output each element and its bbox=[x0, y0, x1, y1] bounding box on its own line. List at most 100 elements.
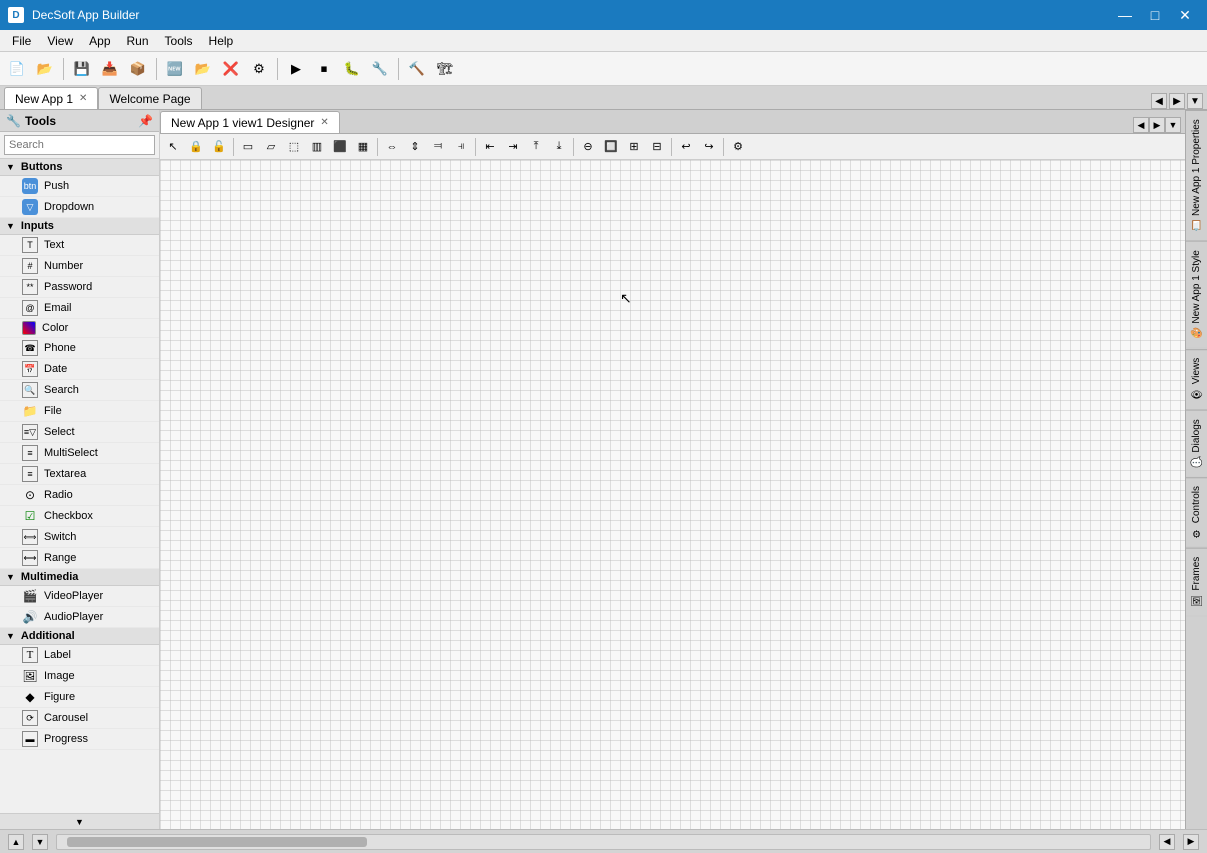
tool-textarea[interactable]: ≡ Textarea bbox=[0, 464, 159, 485]
menu-file[interactable]: File bbox=[4, 32, 39, 50]
right-panel-tab-dialogs[interactable]: 💬 Dialogs bbox=[1186, 410, 1207, 478]
lock-button[interactable]: 🔒 bbox=[185, 136, 207, 158]
category-inputs[interactable]: Inputs bbox=[0, 218, 159, 235]
tool-date[interactable]: 📅 Date bbox=[0, 359, 159, 380]
designer-tab-next[interactable]: ▶ bbox=[1149, 117, 1165, 133]
tool-carousel[interactable]: ⟳ Carousel bbox=[0, 708, 159, 729]
align-right-button[interactable]: ⇥ bbox=[502, 136, 524, 158]
category-multimedia[interactable]: Multimedia bbox=[0, 569, 159, 586]
center-h-button[interactable]: ⇔ bbox=[381, 136, 403, 158]
tool-switch[interactable]: ⟺ Switch bbox=[0, 527, 159, 548]
app-tab-0-close[interactable]: ✕ bbox=[79, 93, 87, 104]
combine-button[interactable]: ⊞ bbox=[623, 136, 645, 158]
close-app-button[interactable]: ❌ bbox=[218, 56, 244, 82]
tool-text[interactable]: T Text bbox=[0, 235, 159, 256]
open-file-button[interactable]: 📂 bbox=[32, 56, 58, 82]
subtract-button[interactable]: ⊖ bbox=[577, 136, 599, 158]
intersect-button[interactable]: 🔲 bbox=[600, 136, 622, 158]
tool-progress[interactable]: ▬ Progress bbox=[0, 729, 159, 750]
new-file-button[interactable]: 📄 bbox=[4, 56, 30, 82]
app-properties-button[interactable]: ⚙ bbox=[246, 56, 272, 82]
run-debug-button[interactable]: 🐛 bbox=[339, 56, 365, 82]
settings-button[interactable]: ⚙ bbox=[727, 136, 749, 158]
center-v-button[interactable]: ⇕ bbox=[404, 136, 426, 158]
category-buttons[interactable]: Buttons bbox=[0, 159, 159, 176]
align-top-button[interactable]: ⤒ bbox=[525, 136, 547, 158]
menu-view[interactable]: View bbox=[39, 32, 81, 50]
tool-audioplayer[interactable]: 🔊 AudioPlayer bbox=[0, 607, 159, 628]
tools-pin-button[interactable]: 📌 bbox=[138, 114, 153, 128]
unlock-button[interactable]: 🔓 bbox=[208, 136, 230, 158]
run-button[interactable]: ▶ bbox=[283, 56, 309, 82]
tool-videoplayer[interactable]: 🎬 VideoPlayer bbox=[0, 586, 159, 607]
scroll-left-button[interactable]: ◀ bbox=[1159, 834, 1175, 850]
debug-button[interactable]: 🔧 bbox=[367, 56, 393, 82]
tools-search-input[interactable] bbox=[4, 135, 155, 155]
tabs-list-button[interactable]: ▼ bbox=[1187, 93, 1203, 109]
tool-radio[interactable]: ⊙ Radio bbox=[0, 485, 159, 506]
undo-button[interactable]: ↩ bbox=[675, 136, 697, 158]
tool-file[interactable]: 📁 File bbox=[0, 401, 159, 422]
tool-select[interactable]: ≡▽ Select bbox=[0, 422, 159, 443]
align-left-button[interactable]: ⇤ bbox=[479, 136, 501, 158]
maximize-button[interactable]: □ bbox=[1141, 4, 1169, 26]
save-all-button[interactable]: 📦 bbox=[125, 56, 151, 82]
difference-button[interactable]: ⊟ bbox=[646, 136, 668, 158]
right-panel-tab-frames[interactable]: 🖼 Frames bbox=[1186, 548, 1207, 617]
canvas[interactable]: ↖ bbox=[160, 160, 1185, 829]
redo-button[interactable]: ↪ bbox=[698, 136, 720, 158]
designer-tab-list[interactable]: ▼ bbox=[1165, 117, 1181, 133]
designer-tab-0[interactable]: New App 1 view1 Designer ✕ bbox=[160, 111, 340, 133]
tool-password[interactable]: ** Password bbox=[0, 277, 159, 298]
frame6-button[interactable]: ▦ bbox=[352, 136, 374, 158]
tool-search[interactable]: 🔍 Search bbox=[0, 380, 159, 401]
dist-h-button[interactable]: ⫤ bbox=[427, 136, 449, 158]
right-panel-tab-style[interactable]: 🎨 New App 1 Style bbox=[1186, 241, 1207, 349]
tool-push[interactable]: btn Push bbox=[0, 176, 159, 197]
scroll-down-button[interactable]: ▼ bbox=[32, 834, 48, 850]
frame5-button[interactable]: ⬛ bbox=[329, 136, 351, 158]
designer-tab-prev[interactable]: ◀ bbox=[1133, 117, 1149, 133]
tool-phone[interactable]: ☎ Phone bbox=[0, 338, 159, 359]
close-button[interactable]: ✕ bbox=[1171, 4, 1199, 26]
tool-range[interactable]: ⟷ Range bbox=[0, 548, 159, 569]
tools-scroll-bottom[interactable]: ▼ bbox=[0, 813, 159, 829]
stop-button[interactable]: ⏹ bbox=[311, 56, 337, 82]
tabs-next-button[interactable]: ▶ bbox=[1169, 93, 1185, 109]
designer-tab-0-close[interactable]: ✕ bbox=[320, 117, 328, 128]
build-button[interactable]: 🔨 bbox=[404, 56, 430, 82]
scroll-up-button[interactable]: ▲ bbox=[8, 834, 24, 850]
frame4-button[interactable]: ▥ bbox=[306, 136, 328, 158]
build-all-button[interactable]: 🏗 bbox=[432, 56, 458, 82]
frame2-button[interactable]: ▱ bbox=[260, 136, 282, 158]
open-app-button[interactable]: 📂 bbox=[190, 56, 216, 82]
frame-button[interactable]: ▭ bbox=[237, 136, 259, 158]
menu-help[interactable]: Help bbox=[201, 32, 242, 50]
save-as-button[interactable]: 📥 bbox=[97, 56, 123, 82]
horizontal-scrollbar[interactable] bbox=[56, 834, 1151, 850]
scroll-right-button[interactable]: ▶ bbox=[1183, 834, 1199, 850]
tool-number[interactable]: # Number bbox=[0, 256, 159, 277]
canvas-area[interactable]: ↖ bbox=[160, 160, 1185, 829]
right-panel-tab-views[interactable]: 👁 Views bbox=[1186, 349, 1207, 410]
tool-color[interactable]: Color bbox=[0, 319, 159, 338]
right-panel-tab-properties[interactable]: 📋 New App 1 Properties bbox=[1186, 110, 1207, 241]
tool-multiselect[interactable]: ≡ MultiSelect bbox=[0, 443, 159, 464]
tabs-prev-button[interactable]: ◀ bbox=[1151, 93, 1167, 109]
align-bottom-button[interactable]: ⤓ bbox=[548, 136, 570, 158]
menu-run[interactable]: Run bbox=[119, 32, 157, 50]
app-tab-1[interactable]: Welcome Page bbox=[98, 87, 201, 109]
save-button[interactable]: 💾 bbox=[69, 56, 95, 82]
frame3-button[interactable]: ⬚ bbox=[283, 136, 305, 158]
right-panel-tab-controls[interactable]: ⚙ Controls bbox=[1186, 477, 1207, 547]
new-app-button[interactable]: 🆕 bbox=[162, 56, 188, 82]
tool-dropdown[interactable]: ▽ Dropdown bbox=[0, 197, 159, 218]
tool-checkbox[interactable]: ☑ Checkbox bbox=[0, 506, 159, 527]
menu-tools[interactable]: Tools bbox=[157, 32, 201, 50]
category-additional[interactable]: Additional bbox=[0, 628, 159, 645]
tool-image[interactable]: 🖼 Image bbox=[0, 666, 159, 687]
select-tool-button[interactable]: ↖ bbox=[162, 136, 184, 158]
app-tab-0[interactable]: New App 1 ✕ bbox=[4, 87, 98, 109]
tool-label[interactable]: T Label bbox=[0, 645, 159, 666]
tool-email[interactable]: @ Email bbox=[0, 298, 159, 319]
